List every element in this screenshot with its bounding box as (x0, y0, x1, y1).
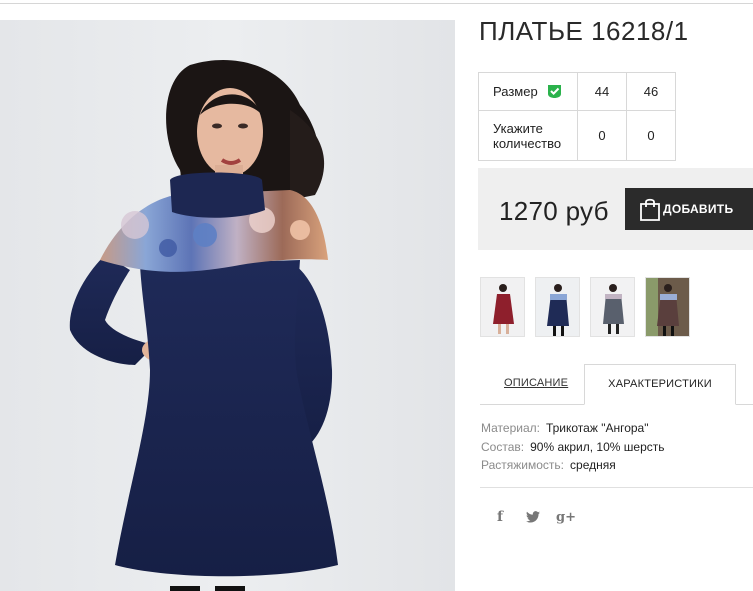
size-46-cell[interactable]: 46 (626, 72, 676, 111)
thumbnail-brown-dress[interactable] (645, 277, 690, 337)
spec-value: 90% акрил, 10% шерсть (530, 439, 665, 454)
quantity-label: Укажите количество (478, 110, 578, 161)
product-main-image[interactable] (0, 20, 455, 591)
tab-description[interactable]: ОПИСАНИЕ (504, 377, 568, 389)
spec-row-stretch: Растяжимость: средняя (481, 456, 665, 475)
thumbnail-grey-dress[interactable] (590, 277, 635, 337)
product-price: 1270 руб (499, 196, 609, 226)
product-title: ПЛАТЬЕ 16218/1 (479, 16, 689, 46)
spec-row-composition: Состав: 90% акрил, 10% шерсть (481, 438, 665, 457)
thumbnail-burgundy-dress[interactable] (480, 277, 525, 337)
spec-key: Растяжимость: (481, 458, 565, 472)
twitter-icon[interactable] (524, 508, 542, 526)
spec-key: Состав: (481, 439, 525, 454)
top-divider (0, 3, 753, 4)
thumbnail-navy-floral-dress[interactable] (535, 277, 580, 337)
add-to-cart-label: ДОБАВИТЬ (663, 202, 734, 216)
quantity-44-input[interactable]: 0 (577, 110, 627, 161)
size-label-cell: Размер (478, 72, 578, 111)
googleplus-icon[interactable]: g+ (556, 508, 576, 526)
size-check-icon[interactable] (547, 84, 562, 99)
spec-key: Материал: (481, 421, 540, 435)
price-panel: 1270 руб ДОБАВИТЬ (478, 168, 753, 250)
add-to-cart-button[interactable]: ДОБАВИТЬ (625, 188, 753, 230)
spec-value: средняя (570, 458, 616, 472)
size-label: Размер (493, 84, 538, 99)
spec-value: Трикотаж "Ангора" (545, 421, 649, 435)
size-44-cell[interactable]: 44 (577, 72, 627, 111)
facebook-icon[interactable]: f (491, 508, 509, 526)
tab-characteristics[interactable]: ХАРАКТЕРИСТИКИ (584, 364, 736, 405)
shopping-bag-icon (637, 196, 663, 222)
quantity-46-input[interactable]: 0 (626, 110, 676, 161)
specs-divider (480, 487, 753, 488)
spec-row-material: Материал: Трикотаж "Ангора" (481, 419, 665, 438)
characteristics-list: Материал: Трикотаж "Ангора" Состав: 90% ак… (481, 419, 665, 475)
size-quantity-table: Размер 44 46 Укажите количество 0 0 (478, 72, 676, 161)
